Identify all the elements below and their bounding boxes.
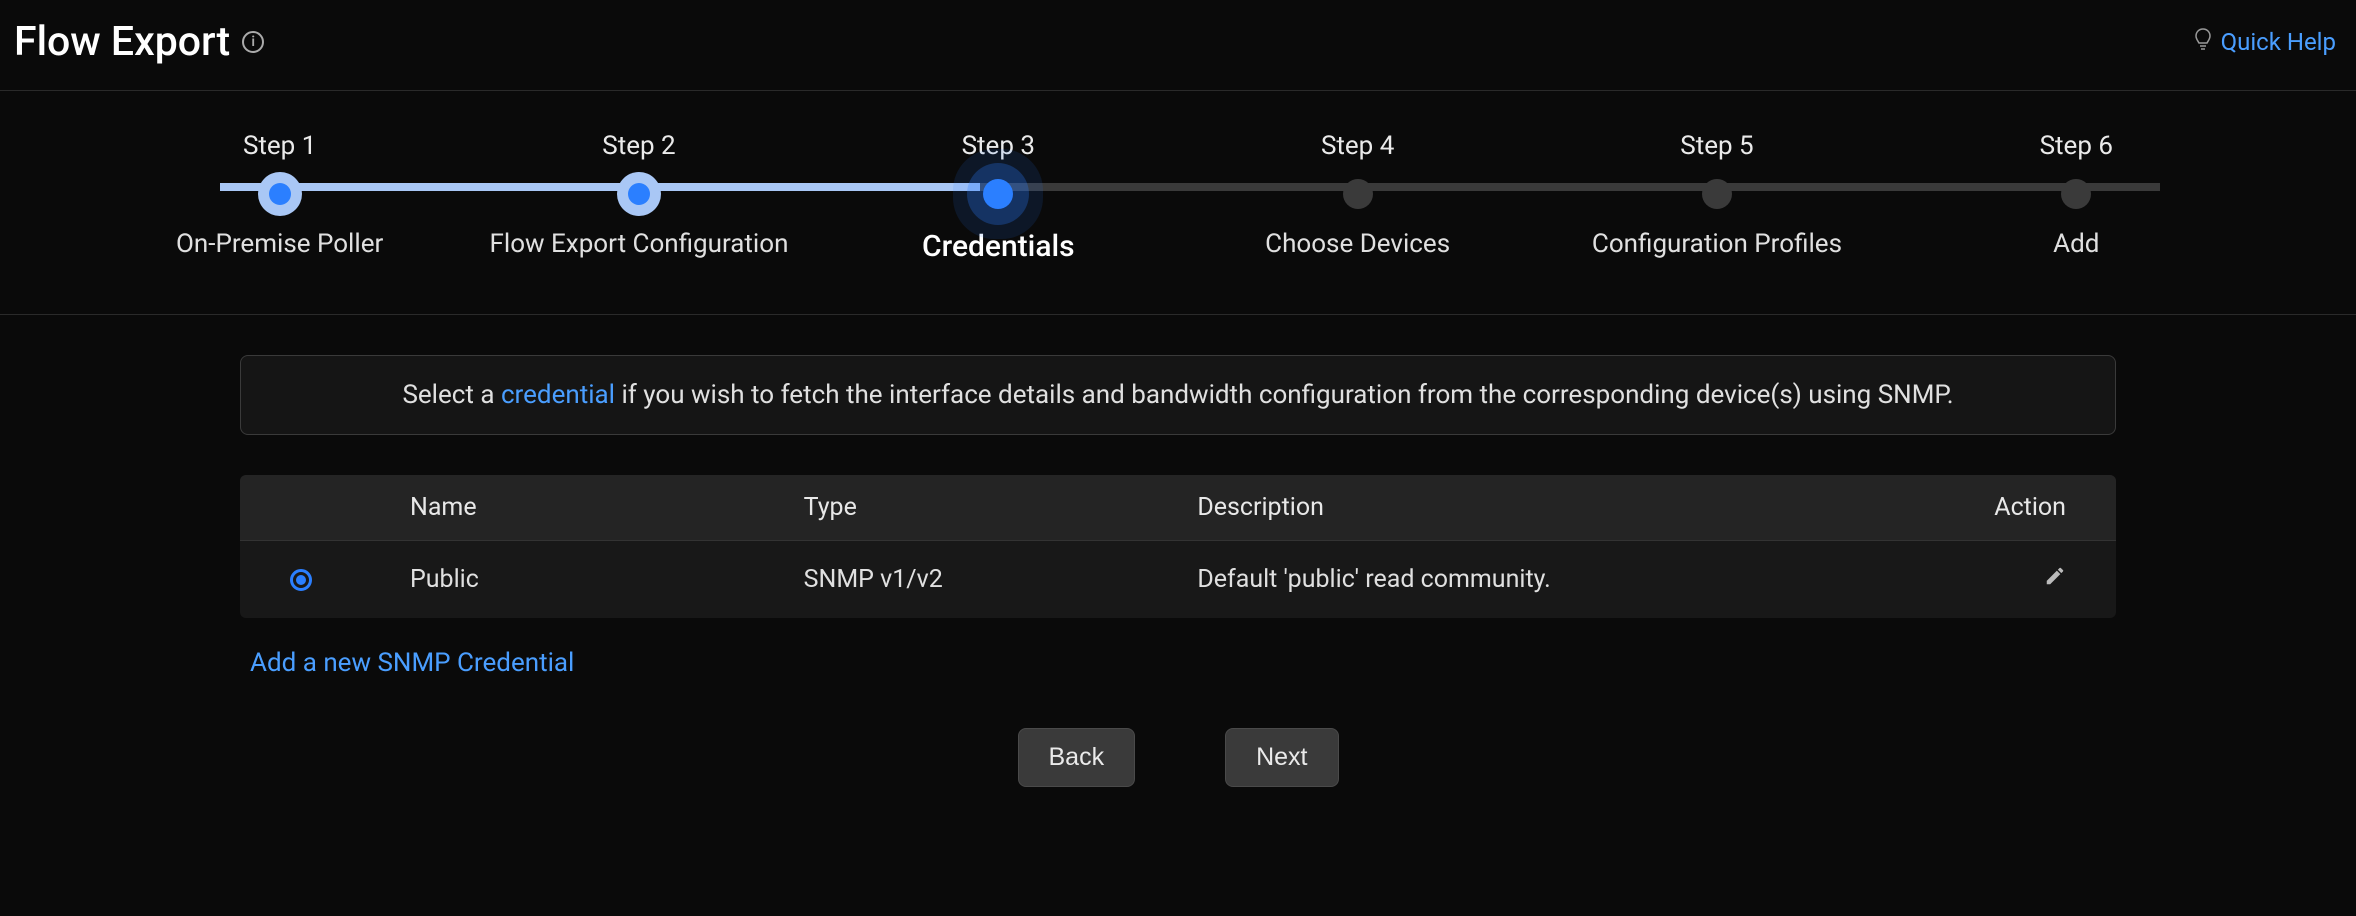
- credential-link[interactable]: credential: [501, 380, 615, 410]
- step-6[interactable]: Step 6 Add: [1897, 131, 2256, 259]
- step-num: Step 6: [2040, 131, 2113, 161]
- col-type: Type: [804, 493, 1198, 522]
- step-dot: [2061, 179, 2091, 209]
- step-num: Step 5: [1680, 131, 1753, 161]
- step-num: Step 2: [602, 131, 675, 161]
- row-radio-cell: [270, 569, 410, 591]
- quick-help-label: Quick Help: [2221, 28, 2336, 56]
- bulb-icon: [2193, 27, 2213, 57]
- quick-help-link[interactable]: Quick Help: [2193, 27, 2336, 57]
- step-1[interactable]: Step 1 On-Premise Poller: [100, 131, 459, 259]
- stepper: Step 1 On-Premise Poller Step 2 Flow Exp…: [0, 91, 2356, 315]
- info-suffix: if you wish to fetch the interface detai…: [615, 380, 1954, 410]
- content-area: Select a credential if you wish to fetch…: [0, 315, 2356, 787]
- step-num: Step 4: [1321, 131, 1394, 161]
- step-2[interactable]: Step 2 Flow Export Configuration: [459, 131, 818, 259]
- step-label: Choose Devices: [1265, 229, 1450, 259]
- step-dot: [1343, 179, 1373, 209]
- step-dot: [258, 172, 302, 216]
- step-3[interactable]: Step 3 Credentials: [819, 131, 1178, 264]
- info-prefix: Select a: [402, 380, 501, 410]
- credentials-table: Name Type Description Action Public SNMP…: [240, 475, 2116, 618]
- row-description: Default 'public' read community.: [1197, 565, 1906, 594]
- step-label: Add: [2053, 229, 2099, 259]
- back-button[interactable]: Back: [1018, 728, 1136, 787]
- step-label: Flow Export Configuration: [490, 229, 789, 259]
- step-5[interactable]: Step 5 Configuration Profiles: [1537, 131, 1896, 259]
- page-header: Flow Export i Quick Help: [0, 0, 2356, 91]
- info-icon[interactable]: i: [242, 31, 264, 53]
- col-description: Description: [1197, 493, 1906, 522]
- button-row: Back Next: [240, 728, 2116, 787]
- add-credential-link[interactable]: Add a new SNMP Credential: [250, 648, 2116, 678]
- table-header: Name Type Description Action: [240, 475, 2116, 541]
- next-button[interactable]: Next: [1225, 728, 1338, 787]
- step-num: Step 3: [962, 131, 1035, 161]
- step-label: Configuration Profiles: [1592, 229, 1842, 259]
- row-radio[interactable]: [290, 569, 312, 591]
- page-title: Flow Export: [14, 18, 230, 66]
- step-dot: [617, 172, 661, 216]
- col-name: Name: [410, 493, 804, 522]
- row-name: Public: [410, 565, 804, 594]
- step-label: On-Premise Poller: [176, 229, 383, 259]
- table-row[interactable]: Public SNMP v1/v2 Default 'public' read …: [240, 541, 2116, 618]
- col-action: Action: [1906, 493, 2086, 522]
- edit-icon[interactable]: [2044, 568, 2066, 593]
- row-type: SNMP v1/v2: [804, 565, 1198, 594]
- step-4[interactable]: Step 4 Choose Devices: [1178, 131, 1537, 259]
- step-num: Step 1: [243, 131, 316, 161]
- step-label: Credentials: [922, 229, 1075, 264]
- info-box: Select a credential if you wish to fetch…: [240, 355, 2116, 435]
- row-action-cell: [1906, 565, 2086, 594]
- step-dot: [1702, 179, 1732, 209]
- title-wrap: Flow Export i: [14, 18, 264, 66]
- step-dot: [983, 179, 1013, 209]
